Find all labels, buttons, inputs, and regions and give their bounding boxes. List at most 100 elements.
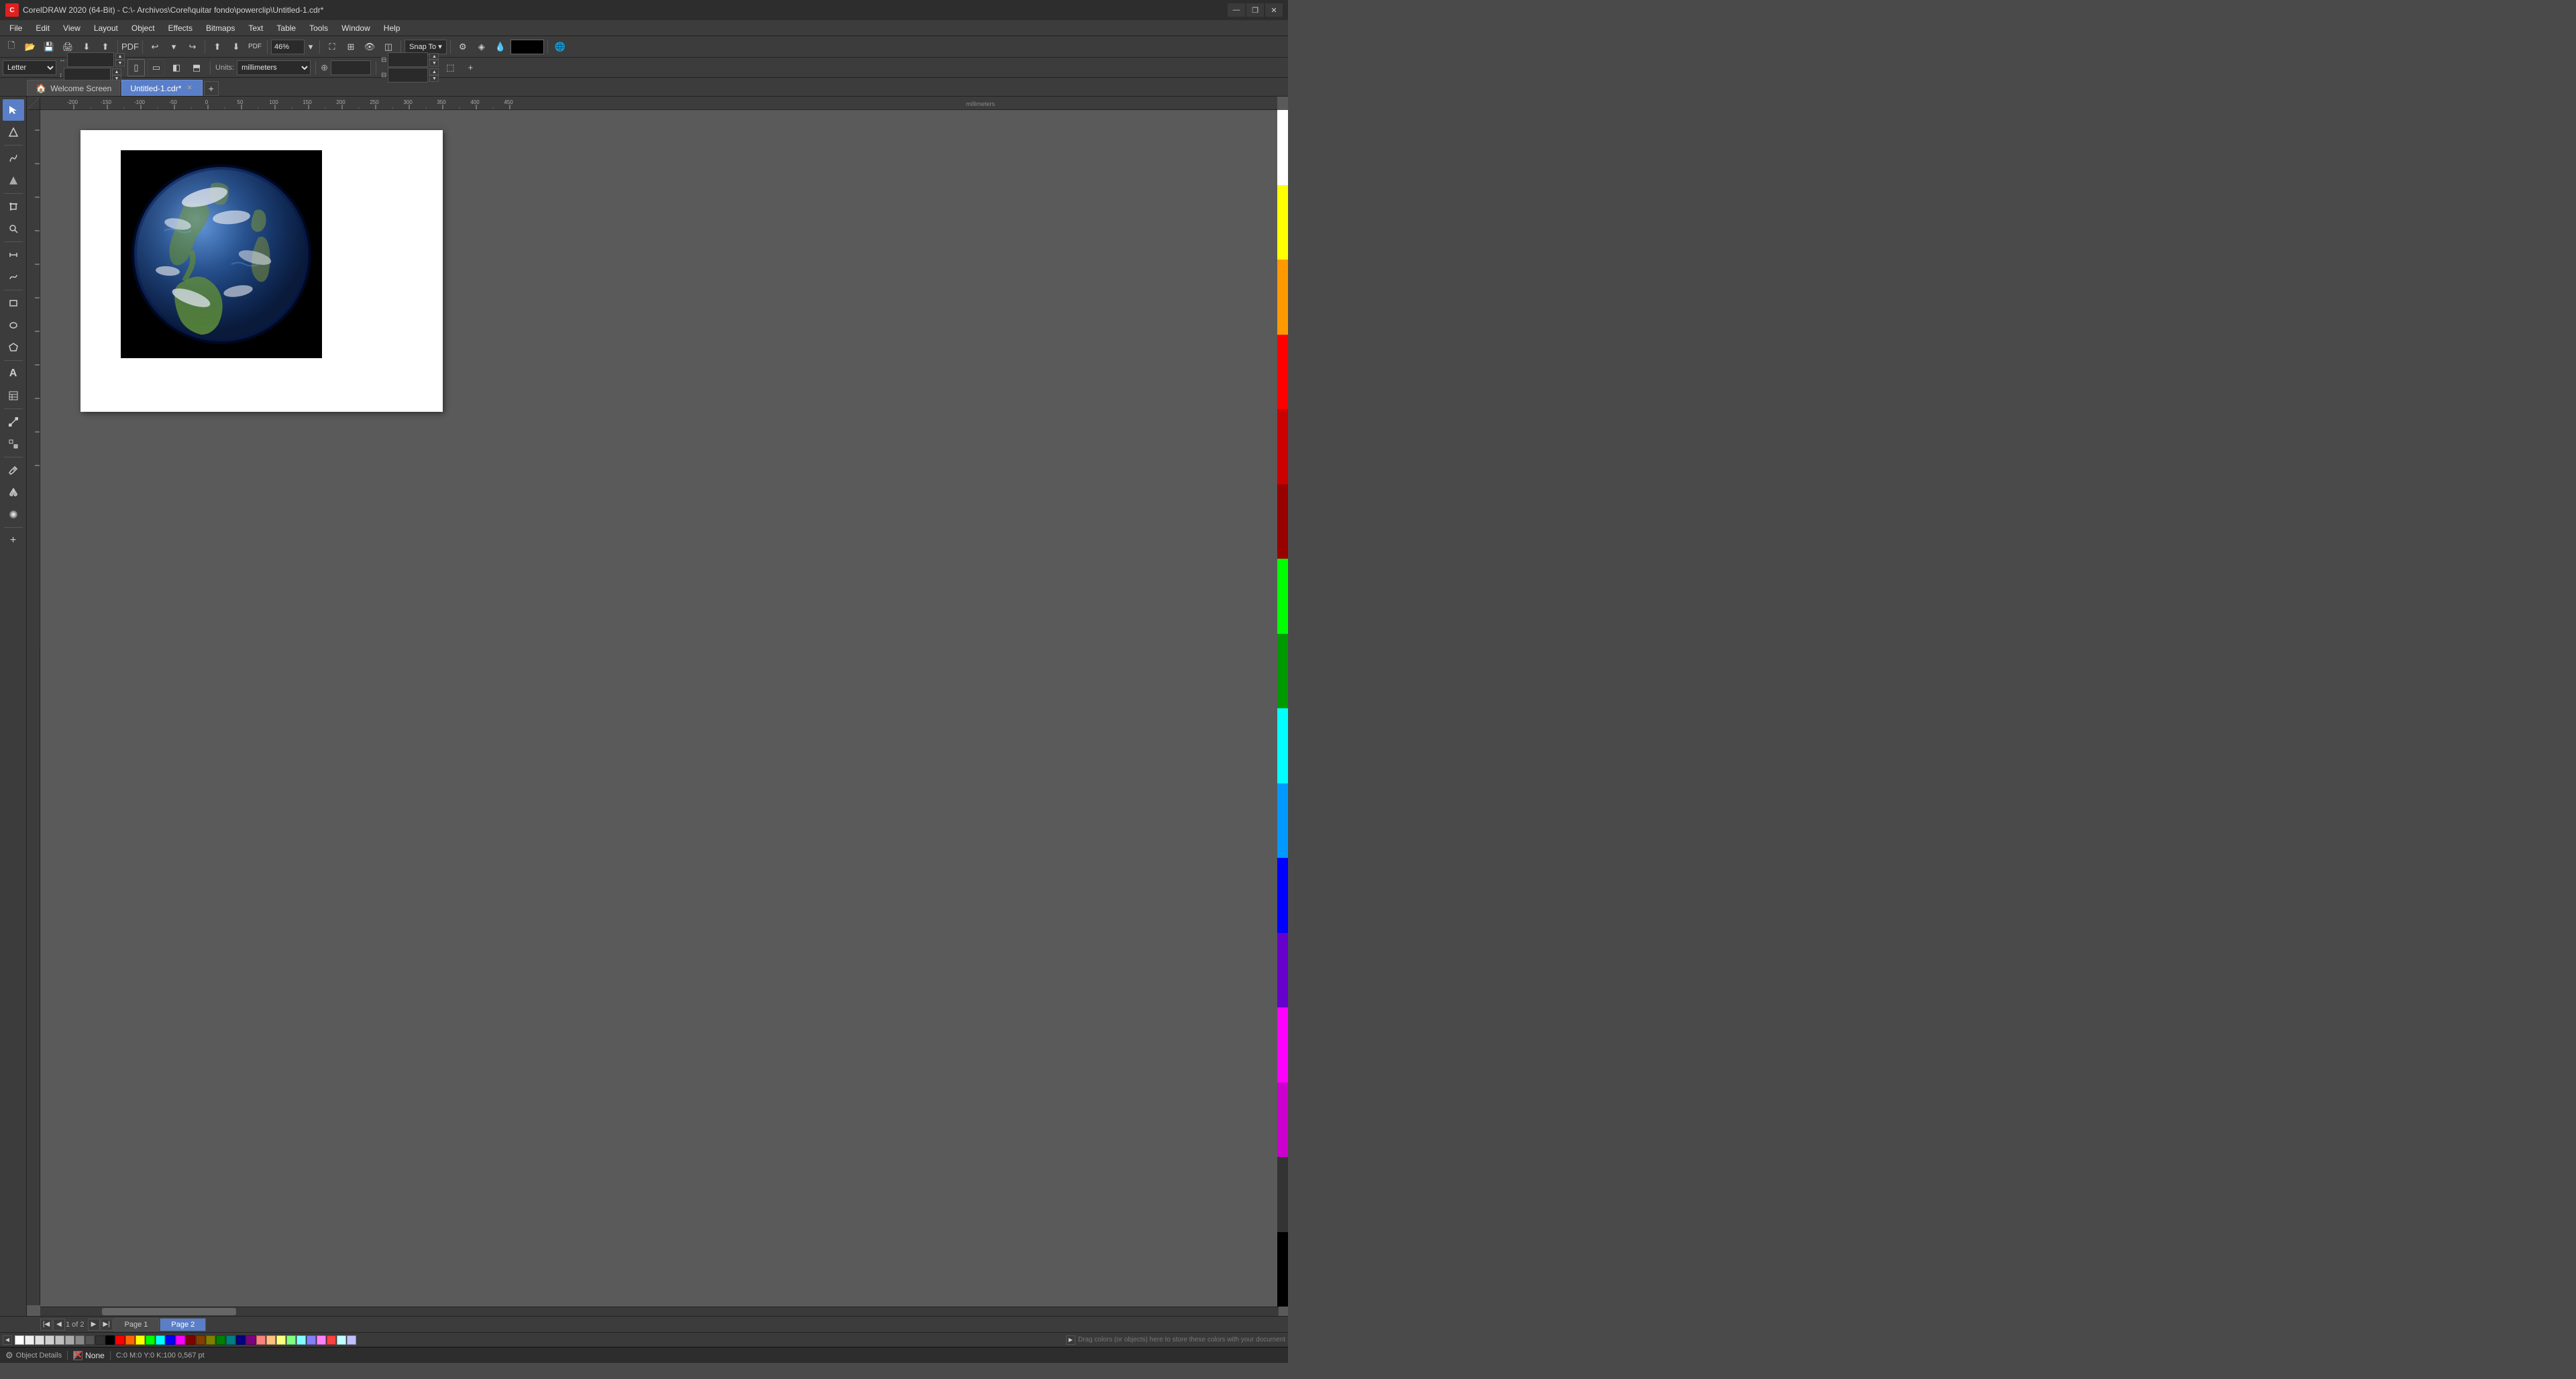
save-button[interactable]: 💾 (40, 38, 58, 56)
align-bottom[interactable]: ⬇ (227, 38, 245, 56)
palette-color-strip[interactable] (1277, 559, 1288, 634)
hatch-v-down[interactable]: ▼ (429, 75, 439, 82)
fill-btn[interactable] (3, 482, 24, 503)
fullscreen-btn[interactable]: ⛶ (323, 38, 341, 56)
palette-color-strip[interactable] (1277, 1232, 1288, 1307)
page-last-btn[interactable]: ▶| (101, 1319, 113, 1331)
palette-color-strip[interactable] (1277, 1083, 1288, 1158)
maximize-button[interactable]: ❐ (1246, 3, 1264, 17)
palette-color-strip[interactable] (1277, 110, 1288, 185)
export-pdf-btn[interactable]: PDF (246, 38, 264, 56)
minimize-button[interactable]: — (1228, 3, 1245, 17)
hatch-h-down[interactable]: ▼ (429, 60, 439, 66)
page-prev-btn[interactable]: ◀ (53, 1319, 65, 1331)
page-frame-btn[interactable]: ⬚ (441, 59, 459, 76)
palette-color-strip[interactable] (1277, 933, 1288, 1008)
new-doc-button[interactable]: 🗋 (3, 38, 20, 56)
view-btn[interactable]: 👁 (361, 38, 378, 56)
color-swatch-item[interactable] (105, 1335, 115, 1345)
color-swatch-item[interactable] (125, 1335, 135, 1345)
select-tool-btn[interactable] (3, 99, 24, 121)
grid-btn[interactable]: ⊞ (342, 38, 360, 56)
add-page-btn[interactable]: + (462, 59, 479, 76)
color-swatch-item[interactable] (327, 1335, 336, 1345)
width-up[interactable]: ▲ (115, 53, 125, 60)
redo-button[interactable]: ↪ (184, 38, 201, 56)
zoom-dropdown[interactable]: ▾ (305, 38, 316, 56)
same-height-btn[interactable]: ⬒ (188, 59, 205, 76)
freehand-btn[interactable] (3, 148, 24, 169)
palette-color-strip[interactable] (1277, 634, 1288, 709)
menu-layout[interactable]: Layout (87, 20, 125, 36)
menu-help[interactable]: Help (377, 20, 407, 36)
tab-close-button[interactable]: ✕ (185, 84, 193, 93)
color-swatch-item[interactable] (85, 1335, 95, 1345)
earth-image-container[interactable] (121, 150, 322, 358)
scrollbar-h-thumb[interactable] (102, 1308, 236, 1315)
interactive-fill-btn[interactable] (3, 504, 24, 525)
color-swatch-item[interactable] (206, 1335, 215, 1345)
palette-color-strip[interactable] (1277, 260, 1288, 335)
palette-color-strip[interactable] (1277, 708, 1288, 783)
menu-tools[interactable]: Tools (303, 20, 335, 36)
color-swatch-item[interactable] (35, 1335, 44, 1345)
color-swatch-item[interactable] (156, 1335, 165, 1345)
menu-file[interactable]: File (3, 20, 29, 36)
color-swatch-item[interactable] (136, 1335, 145, 1345)
width-down[interactable]: ▼ (115, 60, 125, 66)
crop-btn[interactable] (3, 196, 24, 217)
object-details-section[interactable]: ⚙ Object Details (5, 1350, 62, 1361)
color-swatch-item[interactable] (196, 1335, 205, 1345)
nudge-input[interactable]: 0,1 mm (331, 60, 371, 75)
color-mgmt-btn[interactable]: 🌐 (551, 38, 569, 56)
menu-object[interactable]: Object (125, 20, 162, 36)
parallel-dim-btn[interactable] (3, 244, 24, 266)
open-button[interactable]: 📂 (21, 38, 39, 56)
color-swatch-item[interactable] (266, 1335, 276, 1345)
rectangle-btn[interactable] (3, 292, 24, 314)
page-2-tab[interactable]: Page 2 (160, 1318, 206, 1331)
color-swatch-item[interactable] (95, 1335, 105, 1345)
tab-welcome[interactable]: 🏠 Welcome Screen (27, 80, 120, 96)
color-swatch-item[interactable] (276, 1335, 286, 1345)
palette-color-strip[interactable] (1277, 783, 1288, 859)
connector-btn[interactable] (3, 411, 24, 433)
zoom-btn[interactable] (3, 218, 24, 239)
hatch-v-input[interactable]: 5,0 mm (388, 68, 428, 82)
palette-color-strip[interactable] (1277, 185, 1288, 260)
palette-color-strip[interactable] (1277, 858, 1288, 933)
color-swatch-item[interactable] (65, 1335, 74, 1345)
width-input[interactable]: 279,4 mm (67, 52, 114, 67)
style-btn[interactable]: ◈ (473, 38, 490, 56)
color-swatch[interactable] (511, 40, 544, 54)
color-swatch-item[interactable] (347, 1335, 356, 1345)
color-swatch-item[interactable] (297, 1335, 306, 1345)
paper-size-select[interactable]: Letter (3, 60, 56, 75)
menu-edit[interactable]: Edit (29, 20, 56, 36)
color-swatch-item[interactable] (186, 1335, 195, 1345)
new-tab-button[interactable]: + (204, 81, 219, 96)
color-swatch-item[interactable] (307, 1335, 316, 1345)
text-btn[interactable]: A (3, 363, 24, 384)
color-swatch-item[interactable] (246, 1335, 256, 1345)
eyedrop-btn[interactable]: 💧 (492, 38, 509, 56)
color-swatch-item[interactable] (226, 1335, 235, 1345)
color-swatch-item[interactable] (216, 1335, 225, 1345)
undo-dropdown[interactable]: ▾ (165, 38, 182, 56)
color-swatch-item[interactable] (55, 1335, 64, 1345)
settings-btn[interactable]: ⚙ (454, 38, 472, 56)
zoom-input[interactable]: 46% (271, 40, 305, 54)
color-swatch-item[interactable] (166, 1335, 175, 1345)
eyedropper-btn[interactable] (3, 459, 24, 481)
units-select[interactable]: millimeters (237, 60, 311, 75)
color-swatch-item[interactable] (25, 1335, 34, 1345)
palette-color-strip[interactable] (1277, 1007, 1288, 1083)
undo-button[interactable]: ↩ (146, 38, 164, 56)
menu-view[interactable]: View (56, 20, 87, 36)
color-swatch-item[interactable] (256, 1335, 266, 1345)
color-swatch-item[interactable] (115, 1335, 125, 1345)
color-swatch-item[interactable] (337, 1335, 346, 1345)
palette-color-strip[interactable] (1277, 335, 1288, 410)
height-up[interactable]: ▲ (112, 68, 121, 75)
add-page-tool-btn[interactable]: + (3, 530, 24, 551)
